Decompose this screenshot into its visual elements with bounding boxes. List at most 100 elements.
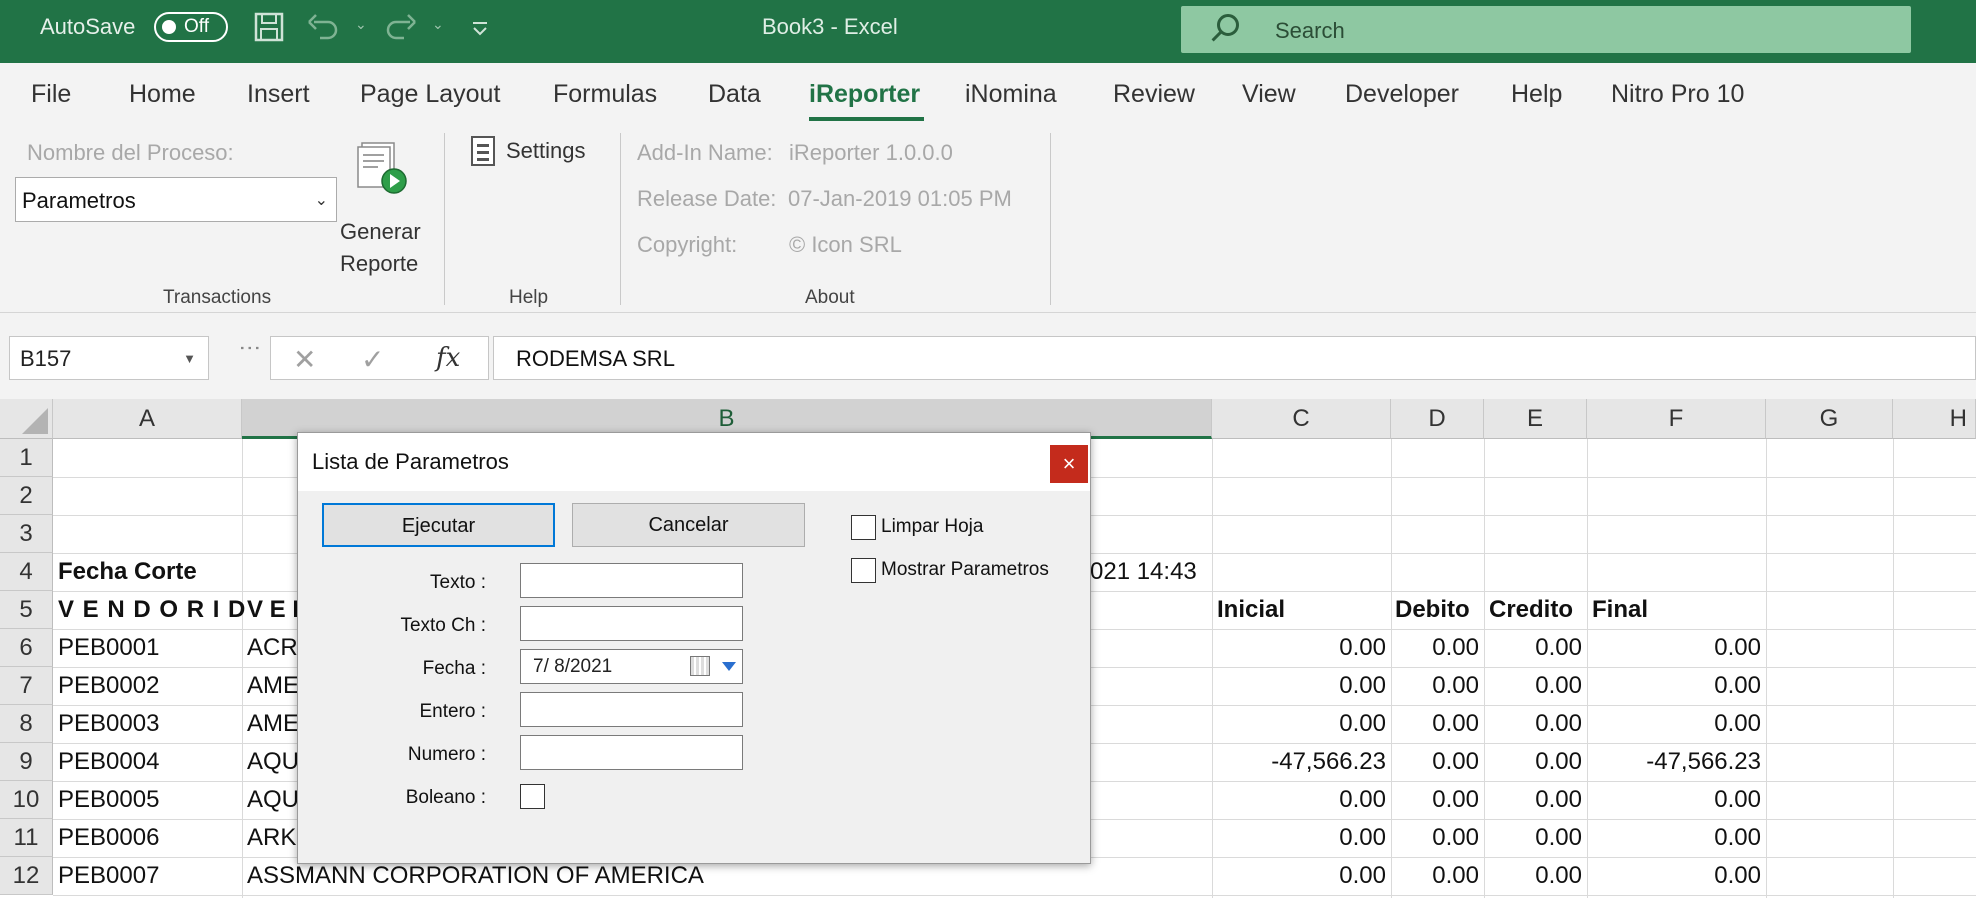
tab-file[interactable]: File	[31, 80, 71, 109]
search-box[interactable]: Search	[1181, 6, 1911, 53]
insert-function-icon[interactable]: fx	[436, 343, 460, 373]
cell-c6[interactable]: 0.00	[1212, 629, 1386, 667]
tab-formulas[interactable]: Formulas	[553, 80, 657, 109]
cell-c10[interactable]: 0.00	[1212, 781, 1386, 819]
cell-f5[interactable]: Final	[1592, 591, 1648, 629]
numero-input[interactable]	[520, 735, 743, 770]
tab-ireporter[interactable]: iReporter	[809, 80, 920, 109]
tab-data[interactable]: Data	[708, 80, 761, 109]
close-button[interactable]: ×	[1050, 445, 1088, 483]
cell-f7[interactable]: 0.00	[1587, 667, 1761, 705]
cell-f9[interactable]: -47,566.23	[1587, 743, 1761, 781]
cell-c12[interactable]: 0.00	[1212, 857, 1386, 895]
cell-b4[interactable]: 021 14:43	[1090, 553, 1197, 591]
cell-d6[interactable]: 0.00	[1391, 629, 1479, 667]
cell-a9[interactable]: PEB0004	[58, 743, 159, 781]
cell-b8[interactable]: AME	[247, 705, 299, 743]
cell-d12[interactable]: 0.00	[1391, 857, 1479, 895]
process-name-select[interactable]: Parametros ⌄	[15, 177, 337, 222]
cell-d11[interactable]: 0.00	[1391, 819, 1479, 857]
cell-a12[interactable]: PEB0007	[58, 857, 159, 895]
dialog-title-bar[interactable]: Lista de Parametros ×	[298, 433, 1090, 491]
entero-input[interactable]	[520, 692, 743, 727]
row-header-2[interactable]: 2	[0, 477, 53, 515]
row-header-3[interactable]: 3	[0, 515, 53, 553]
row-header-8[interactable]: 8	[0, 705, 53, 743]
cell-f12[interactable]: 0.00	[1587, 857, 1761, 895]
column-header-h[interactable]: H	[1893, 399, 1976, 439]
cell-b7[interactable]: AME	[247, 667, 299, 705]
tab-review[interactable]: Review	[1113, 80, 1195, 109]
row-header-4[interactable]: 4	[0, 553, 53, 591]
cell-c5[interactable]: Inicial	[1217, 591, 1285, 629]
column-header-g[interactable]: G	[1766, 399, 1893, 439]
cell-a7[interactable]: PEB0002	[58, 667, 159, 705]
cell-a8[interactable]: PEB0003	[58, 705, 159, 743]
tab-page-layout[interactable]: Page Layout	[360, 80, 500, 109]
fecha-date-picker[interactable]: 7/ 8/2021	[520, 649, 743, 684]
cell-e9[interactable]: 0.00	[1484, 743, 1582, 781]
cell-f11[interactable]: 0.00	[1587, 819, 1761, 857]
row-header-5[interactable]: 5	[0, 591, 53, 629]
autosave-toggle[interactable]: Off	[154, 12, 228, 42]
row-header-6[interactable]: 6	[0, 629, 53, 667]
cell-d10[interactable]: 0.00	[1391, 781, 1479, 819]
tab-insert[interactable]: Insert	[247, 80, 310, 109]
redo-dropdown-icon[interactable]: ⌄	[432, 16, 444, 33]
cell-e5[interactable]: Credito	[1489, 591, 1573, 629]
select-all-button[interactable]	[0, 399, 53, 439]
column-header-f[interactable]: F	[1587, 399, 1766, 439]
cancel-button[interactable]: Cancelar	[572, 503, 805, 547]
generate-report-button[interactable]: Generar Reporte	[336, 137, 432, 277]
cell-d8[interactable]: 0.00	[1391, 705, 1479, 743]
cell-e10[interactable]: 0.00	[1484, 781, 1582, 819]
column-header-d[interactable]: D	[1391, 399, 1484, 439]
column-header-a[interactable]: A	[53, 399, 242, 439]
cell-f6[interactable]: 0.00	[1587, 629, 1761, 667]
cell-d7[interactable]: 0.00	[1391, 667, 1479, 705]
cell-e11[interactable]: 0.00	[1484, 819, 1582, 857]
tab-inomina[interactable]: iNomina	[965, 80, 1057, 109]
cell-e12[interactable]: 0.00	[1484, 857, 1582, 895]
cell-a11[interactable]: PEB0006	[58, 819, 159, 857]
cell-c11[interactable]: 0.00	[1212, 819, 1386, 857]
cell-f10[interactable]: 0.00	[1587, 781, 1761, 819]
cell-a4[interactable]: Fecha Corte	[58, 553, 197, 591]
row-header-10[interactable]: 10	[0, 781, 53, 819]
cell-e7[interactable]: 0.00	[1484, 667, 1582, 705]
cell-b10[interactable]: AQU	[247, 781, 299, 819]
undo-icon[interactable]	[306, 12, 340, 48]
row-header-11[interactable]: 11	[0, 819, 53, 857]
cell-d9[interactable]: 0.00	[1391, 743, 1479, 781]
cell-b6[interactable]: ACR	[247, 629, 298, 667]
boleano-checkbox[interactable]	[520, 784, 545, 809]
tab-nitro-pro[interactable]: Nitro Pro 10	[1611, 80, 1744, 109]
cell-b5[interactable]: V E I	[247, 591, 299, 629]
confirm-entry-icon[interactable]: ✓	[361, 343, 384, 376]
clear-sheet-checkbox[interactable]	[851, 515, 876, 540]
formula-bar-grip-icon[interactable]: ⋮	[237, 337, 263, 357]
cell-c9[interactable]: -47,566.23	[1212, 743, 1386, 781]
name-box[interactable]: B157 ▼	[9, 336, 209, 380]
cell-e8[interactable]: 0.00	[1484, 705, 1582, 743]
row-header-9[interactable]: 9	[0, 743, 53, 781]
execute-button[interactable]: Ejecutar	[322, 503, 555, 547]
cell-a5[interactable]: V E N D O R I D	[58, 591, 246, 629]
tab-help[interactable]: Help	[1511, 80, 1562, 109]
cancel-entry-icon[interactable]: ✕	[293, 343, 316, 376]
calendar-icon[interactable]	[690, 656, 710, 676]
cell-b11[interactable]: ARKI	[247, 819, 303, 857]
settings-button[interactable]: Settings	[466, 131, 606, 171]
cell-f8[interactable]: 0.00	[1587, 705, 1761, 743]
save-icon[interactable]	[254, 12, 284, 48]
row-header-7[interactable]: 7	[0, 667, 53, 705]
formula-input[interactable]: RODEMSA SRL	[493, 336, 1976, 380]
tab-home[interactable]: Home	[129, 80, 196, 109]
chevron-down-icon[interactable]	[722, 662, 736, 671]
show-params-checkbox[interactable]	[851, 558, 876, 583]
column-header-c[interactable]: C	[1212, 399, 1391, 439]
cell-e6[interactable]: 0.00	[1484, 629, 1582, 667]
tab-view[interactable]: View	[1242, 80, 1296, 109]
texto-ch-input[interactable]	[520, 606, 743, 641]
tab-developer[interactable]: Developer	[1345, 80, 1459, 109]
